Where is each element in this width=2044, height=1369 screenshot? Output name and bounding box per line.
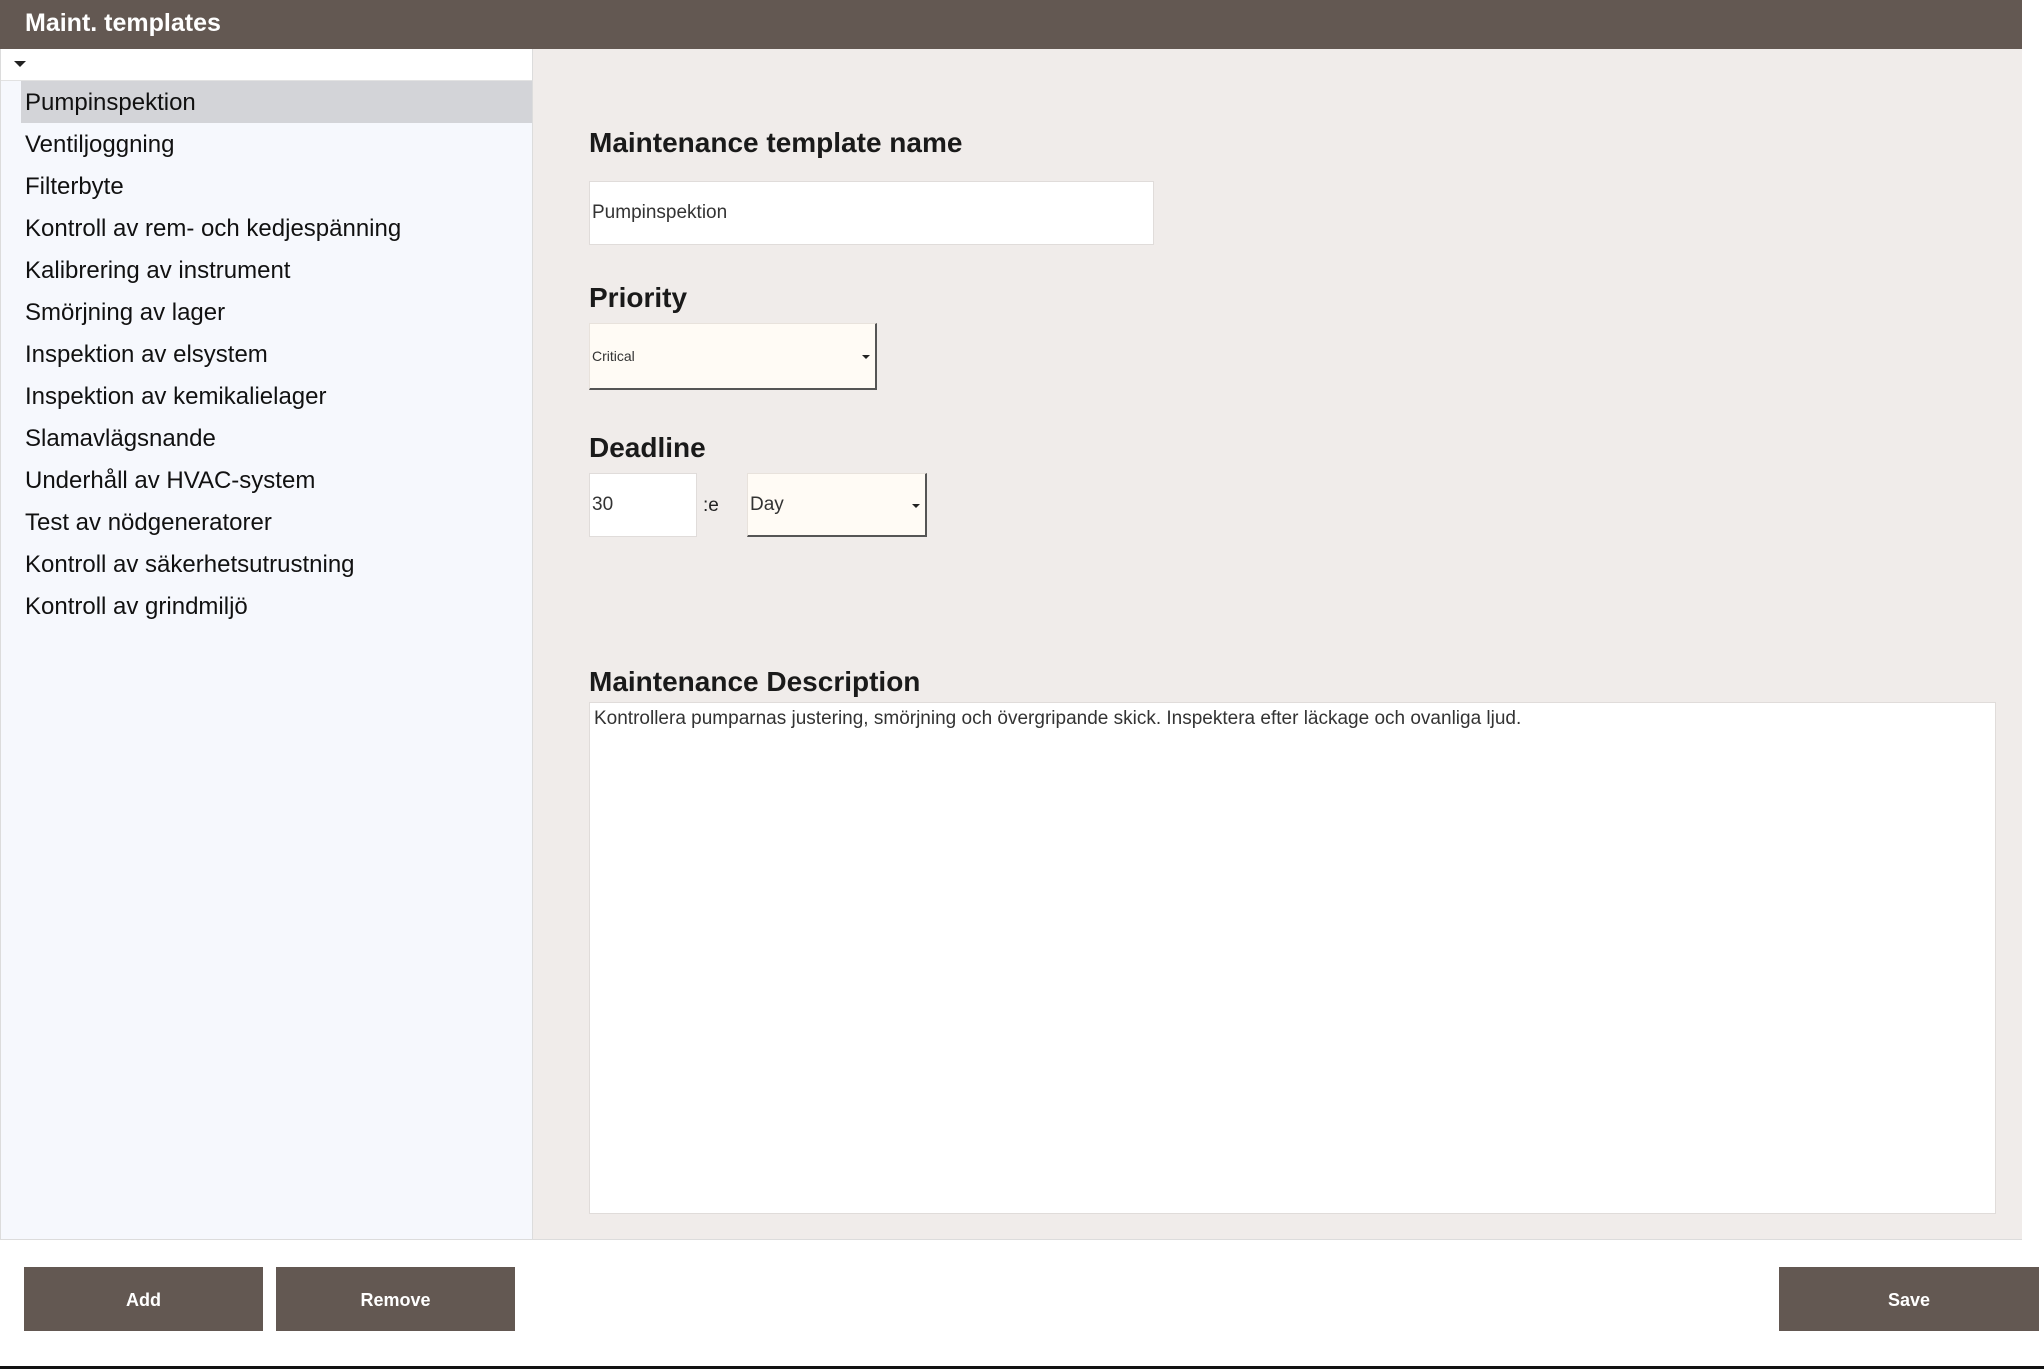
list-item[interactable]: Test av nödgeneratorer <box>21 501 532 543</box>
list-item[interactable]: Kontroll av grindmiljö <box>21 585 532 627</box>
list-item[interactable]: Inspektion av elsystem <box>21 333 532 375</box>
window-edge <box>2022 0 2044 1366</box>
list-item[interactable]: Ventiljoggning <box>21 123 532 165</box>
caret-down-icon[interactable] <box>14 61 26 67</box>
description-label: Maintenance Description <box>589 666 921 697</box>
template-detail-panel: Maintenance template name Priority Criti… <box>533 49 2022 1240</box>
template-name-label: Maintenance template name <box>589 127 963 158</box>
chevron-down-icon <box>862 355 870 359</box>
deadline-unit-selected-value: Day <box>750 494 784 515</box>
list-item[interactable]: Underhåll av HVAC-system <box>21 459 532 501</box>
deadline-unit-select[interactable]: Day <box>747 473 927 537</box>
list-sort-dropdown[interactable] <box>1 49 532 81</box>
deadline-suffix: :e <box>703 495 719 516</box>
description-textarea[interactable]: Kontrollera pumparnas justering, smörjni… <box>589 702 1996 1214</box>
chevron-down-icon <box>912 504 920 508</box>
save-button[interactable]: Save <box>1779 1267 2039 1331</box>
priority-selected-value: Critical <box>592 348 635 364</box>
template-list: Pumpinspektion Ventiljoggning Filterbyte Ko… <box>1 81 532 627</box>
window-title: Maint. templates <box>25 9 221 37</box>
template-name-input[interactable] <box>589 181 1154 245</box>
list-item[interactable]: Slamavlägsnande <box>21 417 532 459</box>
list-item[interactable]: Kontroll av rem- och kedjespänning <box>21 207 532 249</box>
add-button[interactable]: Add <box>24 1267 263 1331</box>
priority-select[interactable]: Critical <box>589 323 877 390</box>
priority-label: Priority <box>589 282 688 313</box>
deadline-label: Deadline <box>589 432 706 463</box>
remove-button[interactable]: Remove <box>276 1267 515 1331</box>
list-item[interactable]: Kontroll av säkerhetsutrustning <box>21 543 532 585</box>
list-item[interactable]: Filterbyte <box>21 165 532 207</box>
deadline-number-input[interactable] <box>589 473 697 537</box>
template-list-panel: Pumpinspektion Ventiljoggning Filterbyte Ko… <box>0 49 533 1240</box>
window-title-bar: Maint. templates <box>0 0 2022 49</box>
list-item[interactable]: Inspektion av kemikalielager <box>21 375 532 417</box>
list-item[interactable]: Smörjning av lager <box>21 291 532 333</box>
list-item[interactable]: Kalibrering av instrument <box>21 249 532 291</box>
list-item[interactable]: Pumpinspektion <box>21 81 532 123</box>
